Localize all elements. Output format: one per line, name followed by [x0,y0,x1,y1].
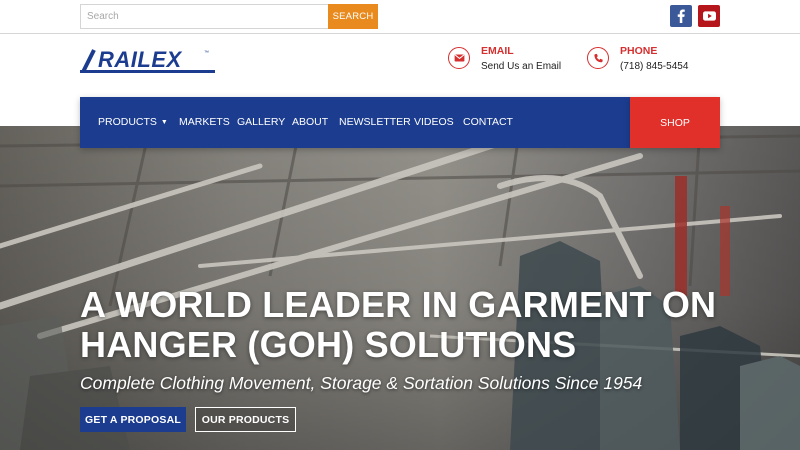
main-nav: PRODUCTS ▼ MARKETS GALLERY ABOUT NEWSLETT… [80,97,630,148]
email-title: EMAIL [481,45,514,57]
nav-item-about[interactable]: ABOUT [292,116,328,128]
facebook-icon[interactable] [670,5,692,27]
our-products-button[interactable]: OUR PRODUCTS [195,407,296,432]
nav-item-products[interactable]: PRODUCTS ▼ [98,116,168,128]
nav-item-newsletter[interactable]: NEWSLETTER [339,116,411,128]
hero-tagline: Complete Clothing Movement, Storage & So… [80,373,643,393]
phone-number[interactable]: (718) 845-5454 [620,61,688,72]
shop-button[interactable]: SHOP [630,97,720,148]
get-proposal-button[interactable]: GET A PROPOSAL [80,407,186,432]
svg-text:RAILEX: RAILEX [98,47,183,72]
phone-icon [587,47,609,69]
envelope-icon [448,47,470,69]
email-link[interactable]: Send Us an Email [481,61,561,72]
railex-logo[interactable]: RAILEX ™ [80,47,215,73]
top-bar: SEARCH [0,0,800,34]
search-button[interactable]: SEARCH [328,4,378,29]
svg-text:™: ™ [204,50,209,56]
chevron-down-icon: ▼ [160,119,168,126]
youtube-icon[interactable] [698,5,720,27]
nav-item-contact[interactable]: CONTACT [463,116,513,128]
nav-item-gallery[interactable]: GALLERY [237,116,285,128]
phone-title: PHONE [620,45,658,57]
search-input[interactable] [80,4,329,29]
hero-headline: A WORLD LEADER IN GARMENT ON HANGER (GOH… [80,284,717,365]
nav-item-videos[interactable]: VIDEOS [414,116,454,128]
nav-item-markets[interactable]: MARKETS [179,116,230,128]
